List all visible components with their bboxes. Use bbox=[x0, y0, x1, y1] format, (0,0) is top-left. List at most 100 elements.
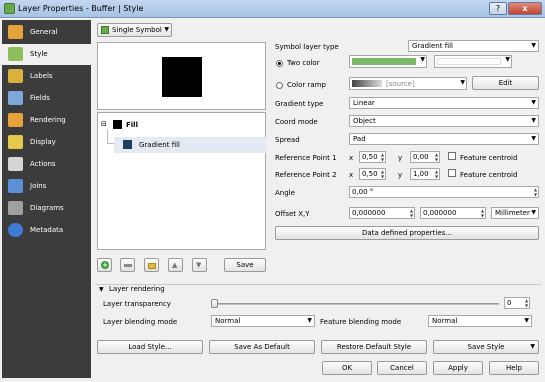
tree-child-label: Gradient fill bbox=[139, 141, 180, 149]
offset-x-spinbox[interactable]: 0,000000 ▲ ▼ bbox=[349, 207, 415, 219]
chevron-down-icon: ▼ bbox=[531, 209, 536, 216]
ref1-centroid-label: Feature centroid bbox=[460, 154, 518, 162]
color2-swatch bbox=[437, 58, 501, 65]
spin-arrows-icon[interactable]: ▲ ▼ bbox=[409, 208, 414, 218]
save-as-default-button[interactable]: Save As Default bbox=[209, 340, 315, 354]
spread-value: Pad bbox=[353, 135, 366, 143]
tree-root-label[interactable]: Fill bbox=[126, 121, 138, 129]
spin-arrows-icon[interactable]: ▲ ▼ bbox=[533, 187, 538, 197]
angle-value: 0,00 ° bbox=[352, 188, 374, 196]
color1-button[interactable]: ▼ bbox=[349, 55, 427, 68]
offset-y-spinbox[interactable]: 0,000000 ▲ ▼ bbox=[420, 207, 486, 219]
data-defined-properties-button[interactable]: Data defined properties... bbox=[275, 226, 539, 240]
cancel-button[interactable]: Cancel bbox=[377, 361, 427, 375]
gradient-swatch-icon bbox=[123, 140, 132, 149]
ref1-x-label: x bbox=[349, 154, 354, 162]
help-window-button[interactable]: ? bbox=[489, 2, 507, 15]
sidebar-item-labels[interactable]: Labels bbox=[2, 66, 91, 87]
feature-blending-label: Feature blending mode bbox=[320, 318, 402, 326]
color-ramp-select[interactable]: [source] ▼ bbox=[349, 77, 467, 90]
angle-label: Angle bbox=[275, 189, 295, 197]
joins-icon bbox=[8, 179, 23, 193]
feature-blending-select[interactable]: Normal ▼ bbox=[428, 315, 532, 327]
sidebar-item-metadata[interactable]: Metadata bbox=[2, 220, 91, 241]
sidebar-item-label: Actions bbox=[30, 160, 56, 168]
symbol-preview bbox=[97, 42, 266, 110]
spin-arrows-icon[interactable]: ▲ ▼ bbox=[380, 169, 385, 179]
move-up-button[interactable]: ▲ bbox=[168, 258, 183, 272]
sidebar-item-rendering[interactable]: Rendering bbox=[2, 110, 91, 131]
save-symbol-button[interactable]: Save bbox=[224, 258, 266, 272]
color-ramp-radio[interactable] bbox=[276, 82, 283, 89]
transparency-spinbox[interactable]: 0 ▲ ▼ bbox=[504, 297, 530, 309]
sidebar-item-label: Display bbox=[30, 138, 56, 146]
add-layer-button[interactable]: + bbox=[97, 258, 112, 272]
ref2-x-label: x bbox=[349, 171, 354, 179]
collapse-triangle-icon[interactable]: ▼ bbox=[99, 286, 104, 293]
spin-arrows-icon[interactable]: ▲ ▼ bbox=[434, 169, 439, 179]
ref2-x-value: 0,50 bbox=[362, 170, 378, 178]
help-button[interactable]: Help bbox=[489, 361, 539, 375]
sidebar-item-joins[interactable]: Joins bbox=[2, 176, 91, 197]
spin-arrows-icon[interactable]: ▲ ▼ bbox=[434, 152, 439, 162]
gradient-type-select[interactable]: Linear ▼ bbox=[349, 97, 539, 109]
symbol-layer-type-label: Symbol layer type bbox=[275, 43, 339, 51]
window-title: Layer Properties - Buffer | Style bbox=[18, 4, 144, 13]
offset-x-value: 0,000000 bbox=[352, 209, 386, 217]
spin-arrows-icon[interactable]: ▲ ▼ bbox=[524, 298, 529, 308]
two-color-radio[interactable] bbox=[276, 60, 283, 67]
coord-mode-select[interactable]: Object ▼ bbox=[349, 115, 539, 127]
edit-ramp-button[interactable]: Edit bbox=[472, 76, 539, 90]
move-down-button[interactable]: ▼ bbox=[192, 258, 207, 272]
apply-button[interactable]: Apply bbox=[433, 361, 483, 375]
ref2-x-spinbox[interactable]: 0,50 ▲ ▼ bbox=[359, 168, 386, 180]
sidebar-item-general[interactable]: General bbox=[2, 22, 91, 43]
spin-arrows-icon[interactable]: ▲ ▼ bbox=[480, 208, 485, 218]
angle-spinbox[interactable]: 0,00 ° ▲ ▼ bbox=[349, 186, 539, 198]
sidebar-item-actions[interactable]: Actions bbox=[2, 154, 91, 175]
sidebar-item-label: Metadata bbox=[30, 226, 64, 234]
sidebar-item-style[interactable]: Style bbox=[2, 44, 91, 65]
title-bar: Layer Properties - Buffer | Style ? x bbox=[0, 0, 545, 18]
symbol-layer-type-select[interactable]: Gradient fill ▼ bbox=[408, 40, 539, 52]
ref2-y-spinbox[interactable]: 1,00 ▲ ▼ bbox=[410, 168, 440, 180]
offset-label: Offset X,Y bbox=[275, 210, 310, 218]
close-window-button[interactable]: x bbox=[508, 2, 542, 15]
ref2-centroid-checkbox[interactable] bbox=[448, 169, 456, 177]
style-icon bbox=[8, 47, 23, 61]
gradient-type-value: Linear bbox=[353, 99, 375, 107]
chevron-down-icon: ▼ bbox=[531, 42, 536, 49]
sidebar-item-diagrams[interactable]: Diagrams bbox=[2, 198, 91, 219]
sidebar-item-label: Fields bbox=[30, 94, 50, 102]
ref1-x-value: 0,50 bbox=[362, 153, 378, 161]
spin-arrows-icon[interactable]: ▲ ▼ bbox=[380, 152, 385, 162]
symbol-layer-tree[interactable]: ⊟ Fill Gradient fill bbox=[97, 112, 266, 250]
renderer-select[interactable]: Single Symbol ▼ bbox=[97, 23, 172, 37]
chevron-down-icon: ▼ bbox=[531, 117, 536, 124]
transparency-slider-track[interactable] bbox=[211, 303, 499, 305]
layer-blending-select[interactable]: Normal ▼ bbox=[211, 315, 315, 327]
fill-swatch-icon bbox=[113, 120, 122, 129]
lock-layer-button[interactable] bbox=[144, 258, 159, 272]
offset-unit-select[interactable]: Millimeter ▼ bbox=[491, 207, 539, 219]
sidebar-item-display[interactable]: Display bbox=[2, 132, 91, 153]
save-style-button[interactable]: Save Style ▼ bbox=[433, 340, 539, 354]
sidebar-item-fields[interactable]: Fields bbox=[2, 88, 91, 109]
ref1-y-spinbox[interactable]: 0,00 ▲ ▼ bbox=[410, 151, 440, 163]
restore-default-style-button[interactable]: Restore Default Style bbox=[321, 340, 427, 354]
remove-layer-button[interactable] bbox=[120, 258, 135, 272]
tree-child-row[interactable]: Gradient fill bbox=[114, 137, 266, 153]
tree-collapse-icon[interactable]: ⊟ bbox=[101, 120, 107, 128]
transparency-slider-handle[interactable] bbox=[211, 299, 218, 308]
tree-line bbox=[107, 129, 108, 143]
ok-button[interactable]: OK bbox=[322, 361, 372, 375]
ref-point2-label: Reference Point 2 bbox=[275, 171, 337, 179]
actions-icon bbox=[8, 157, 23, 171]
color2-button[interactable]: ▼ bbox=[434, 55, 512, 68]
spread-select[interactable]: Pad ▼ bbox=[349, 133, 539, 145]
labels-icon bbox=[8, 69, 23, 83]
ref1-x-spinbox[interactable]: 0,50 ▲ ▼ bbox=[359, 151, 386, 163]
ref1-centroid-checkbox[interactable] bbox=[448, 152, 456, 160]
load-style-button[interactable]: Load Style... bbox=[97, 340, 203, 354]
layer-rendering-header[interactable]: Layer rendering bbox=[109, 285, 165, 293]
